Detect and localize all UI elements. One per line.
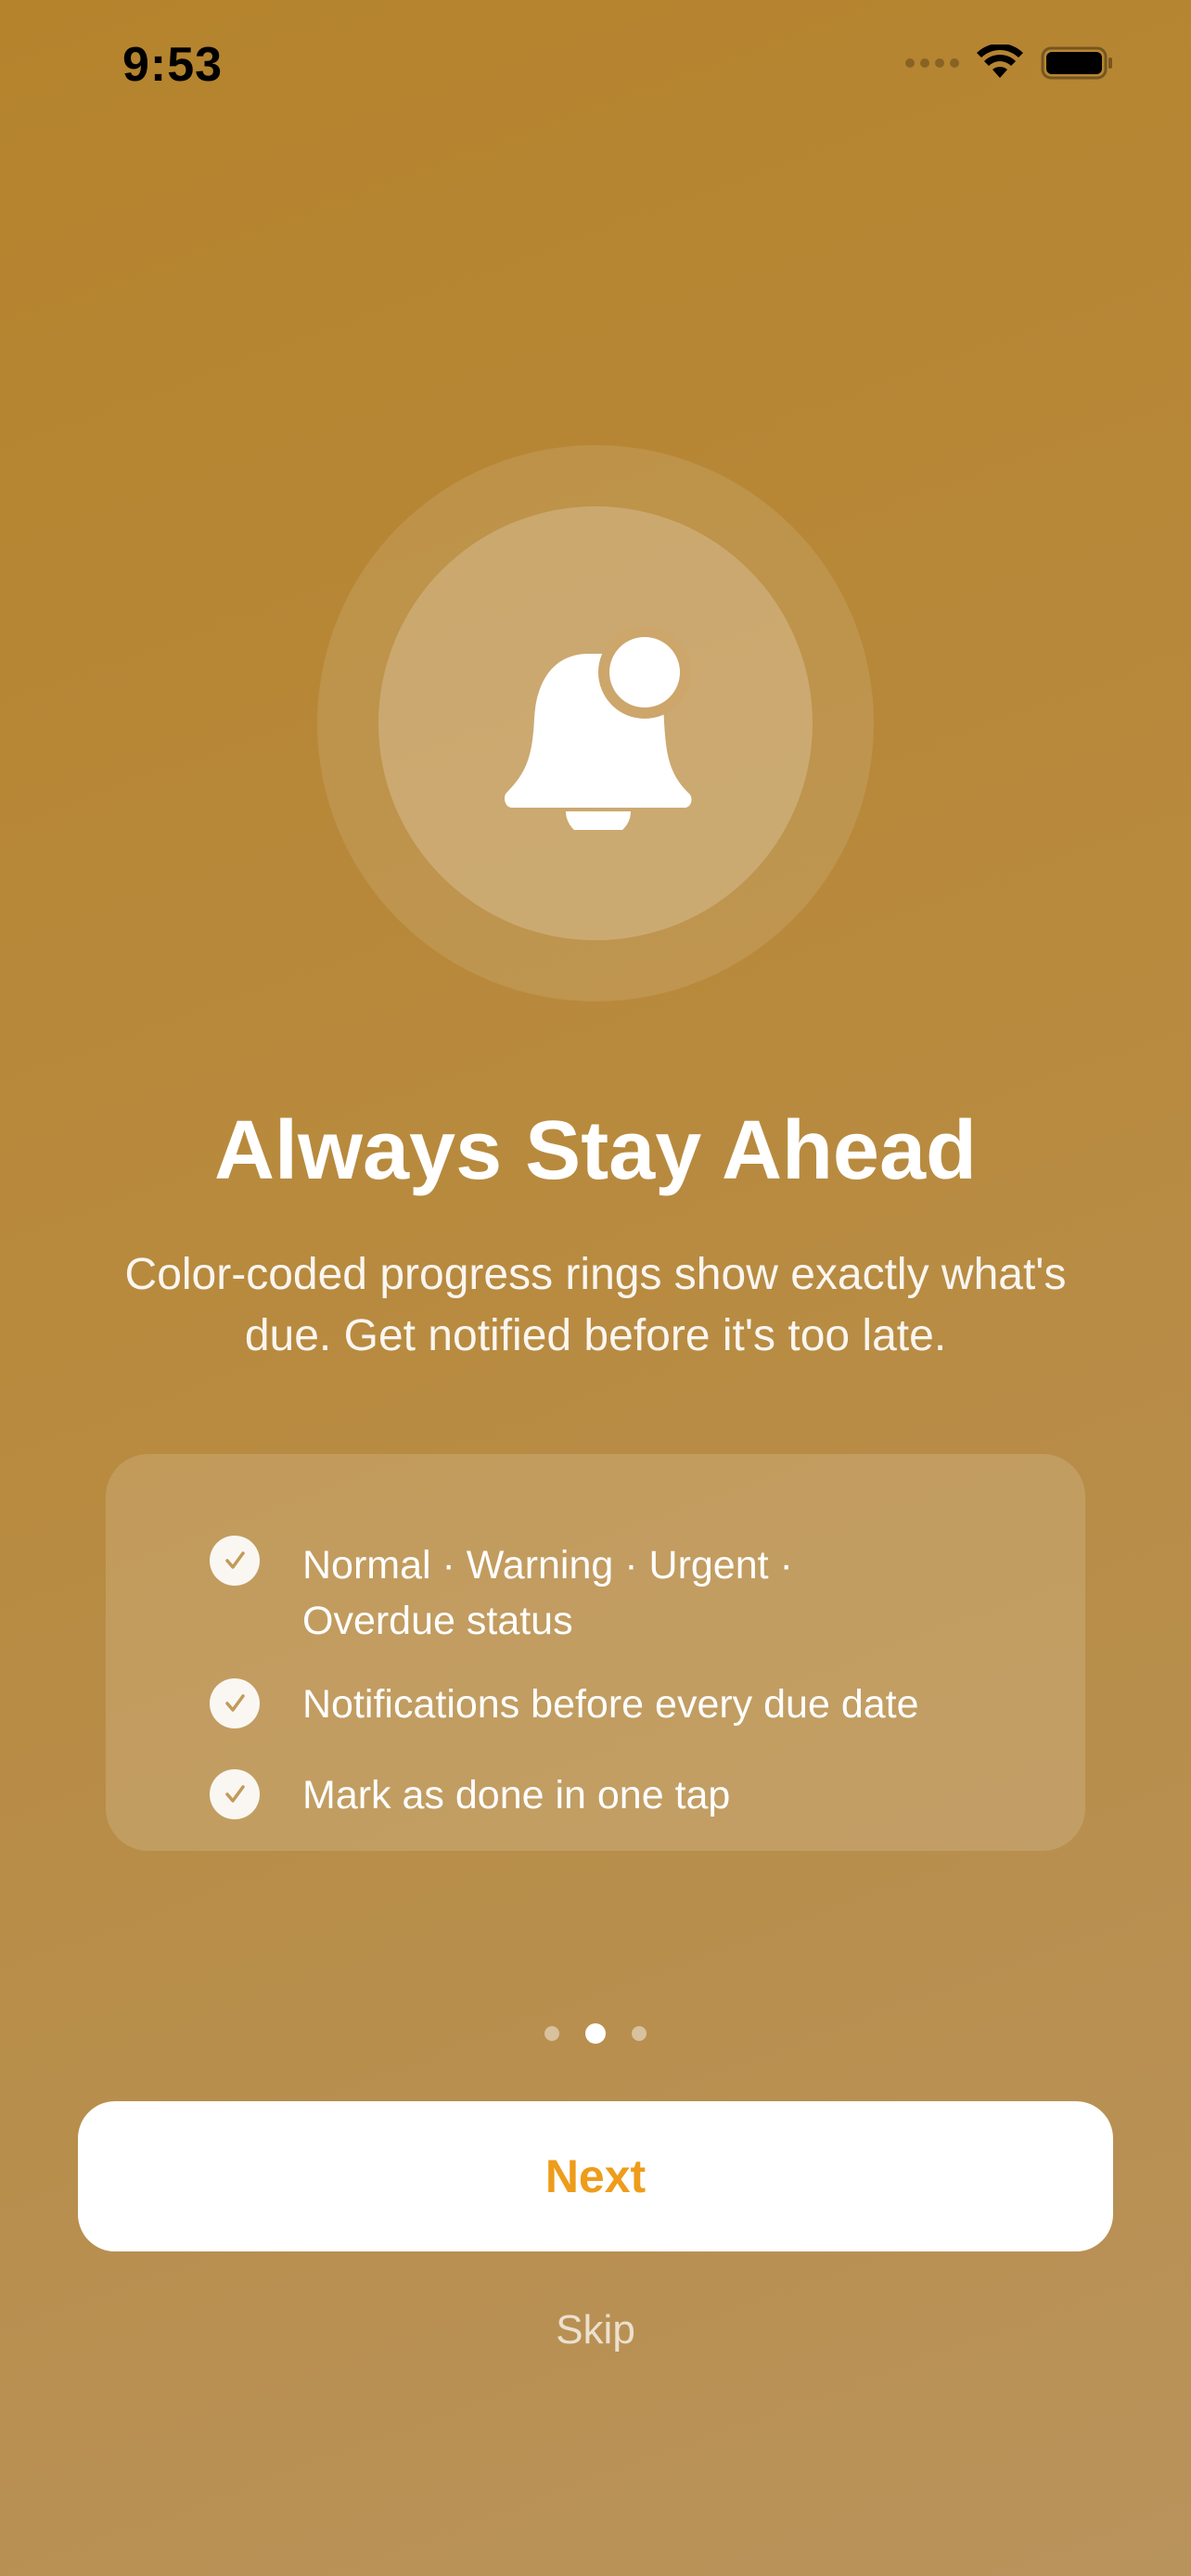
- battery-icon: [1041, 46, 1112, 80]
- cellular-signal-icon: [905, 58, 959, 68]
- page-indicator[interactable]: [0, 2023, 1191, 2044]
- feature-item-notifications: Notifications before every due date: [210, 1677, 1044, 1732]
- next-button[interactable]: Next: [78, 2101, 1113, 2251]
- page-title: Always Stay Ahead: [214, 1104, 977, 1197]
- feature-text: Normal · Warning · Urgent · Overdue stat…: [302, 1543, 793, 1643]
- status-time: 9:53: [122, 38, 224, 92]
- page-dot[interactable]: [544, 2026, 559, 2041]
- checkmark-icon: [210, 1678, 260, 1728]
- skip-button[interactable]: Skip: [0, 2307, 1191, 2353]
- feature-text: Notifications before every due date: [302, 1682, 919, 1727]
- onboarding-screen: 9:53 Always Stay Ahead Color-coded progr…: [0, 0, 1191, 2576]
- bell-badge-icon: [505, 626, 692, 830]
- features-card: Normal · Warning · Urgent · Overdue stat…: [106, 1454, 1085, 1851]
- status-icons: [905, 45, 1115, 82]
- page-dot[interactable]: [632, 2026, 647, 2041]
- feature-text: Mark as done in one tap: [302, 1773, 731, 1817]
- wifi-icon: [977, 45, 1023, 78]
- feature-item-status: Normal · Warning · Urgent · Overdue stat…: [210, 1536, 896, 1649]
- checkmark-icon: [210, 1769, 260, 1819]
- page-description: Color-coded progress rings show exactly …: [124, 1250, 1067, 1360]
- page-dot-active[interactable]: [585, 2023, 606, 2044]
- checkmark-icon: [210, 1536, 260, 1586]
- feature-item-mark-done: Mark as done in one tap: [210, 1767, 1044, 1823]
